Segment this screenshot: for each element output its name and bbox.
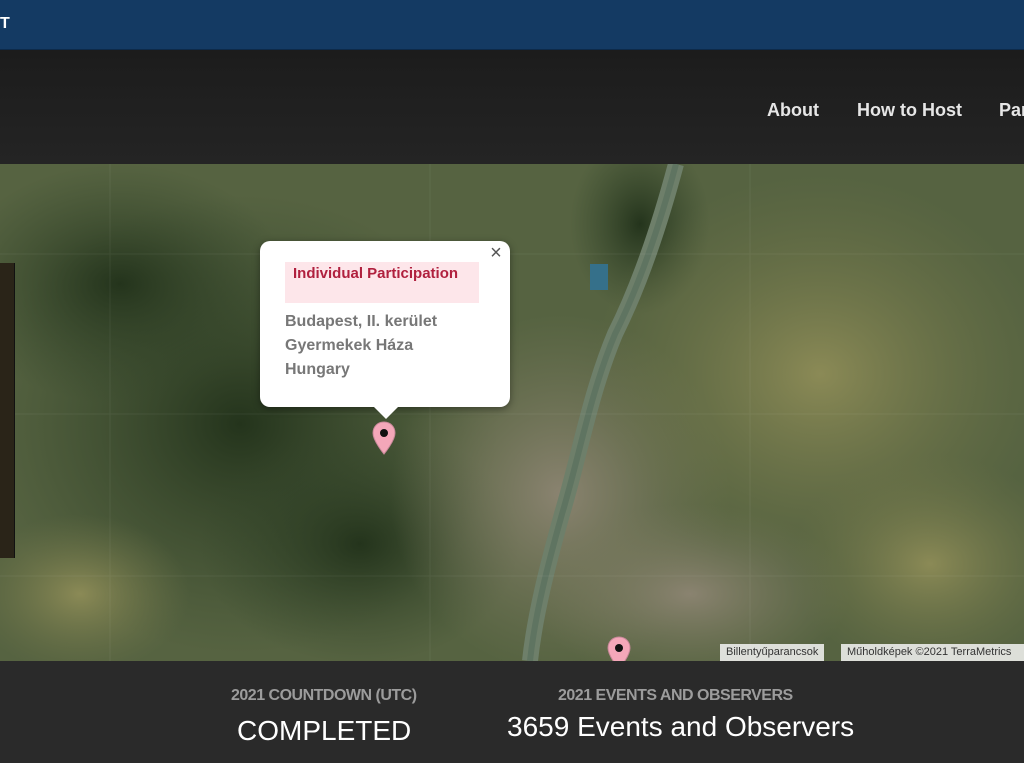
popup-line-district: Budapest, II. kerület	[285, 313, 438, 330]
participation-badge: Individual Participation	[285, 262, 479, 303]
info-popup: × Individual Participation Budapest, II.…	[260, 241, 510, 419]
side-panel-edge[interactable]	[0, 263, 15, 558]
countdown-value: COMPLETED	[237, 715, 412, 746]
imagery-attribution: Műholdképek ©2021 TerraMetrics	[841, 644, 1024, 661]
nav-partners[interactable]: Par	[999, 100, 1024, 121]
nav-about[interactable]: About	[767, 100, 819, 121]
events-value: 3659 Events and Observers	[507, 711, 855, 742]
satellite-map[interactable]: × Individual Participation Budapest, II.…	[0, 164, 1024, 661]
map-pin-icon[interactable]	[372, 421, 396, 455]
map-pin-icon[interactable]	[607, 636, 631, 661]
satellite-imagery	[0, 164, 1024, 661]
nav-how-to-host[interactable]: How to Host	[857, 100, 962, 121]
brand-text[interactable]: T	[0, 15, 10, 33]
top-bar: T	[0, 0, 1024, 51]
keyboard-shortcuts-link[interactable]: Billentyűparancsok	[720, 644, 825, 661]
events-label: 2021 EVENTS AND OBSERVERS	[558, 687, 793, 704]
popup-location: Budapest, II. kerület Gyermekek Háza Hun…	[285, 310, 437, 382]
popup-line-venue: Gyermekek Háza	[285, 337, 414, 354]
popup-line-country: Hungary	[285, 361, 350, 378]
stats-footer: 2021 COUNTDOWN (UTC) COMPLETED 2021 EVEN…	[0, 661, 1024, 763]
countdown-label: 2021 COUNTDOWN (UTC)	[231, 687, 417, 704]
close-icon[interactable]: ×	[486, 243, 506, 263]
